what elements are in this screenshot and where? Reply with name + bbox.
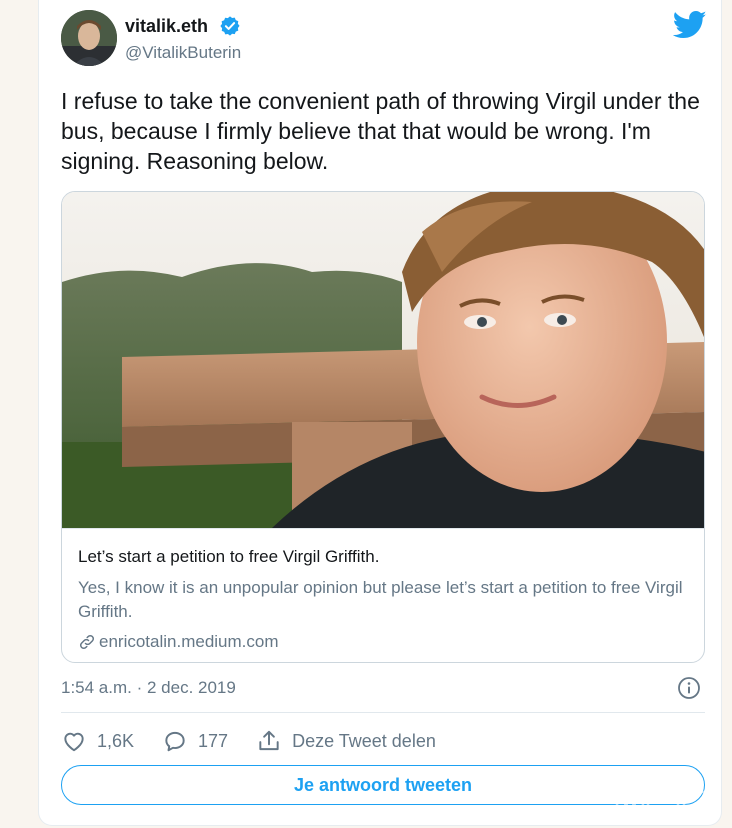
link-card-domain-row: enricotalin.medium.com <box>78 632 688 652</box>
tweet-timestamp[interactable]: 1:54 a.m. · 2 dec. 2019 <box>61 678 236 698</box>
avatar[interactable] <box>61 10 117 66</box>
reply-tweet-button[interactable]: Je antwoord tweeten <box>61 765 705 805</box>
handle[interactable]: @VitalikButerin <box>125 43 241 63</box>
reply-action-button[interactable]: 177 <box>162 728 228 754</box>
like-button[interactable]: 1,6K <box>61 728 134 754</box>
verified-icon <box>220 16 240 36</box>
link-card-domain: enricotalin.medium.com <box>99 632 279 651</box>
info-icon[interactable] <box>677 676 701 700</box>
link-card-body: Let’s start a petition to free Virgil Gr… <box>62 528 704 652</box>
link-card-description: Yes, I know it is an unpopular opinion b… <box>78 578 683 621</box>
display-name[interactable]: vitalik.eth <box>125 16 208 37</box>
share-button[interactable]: Deze Tweet delen <box>256 728 436 754</box>
link-card[interactable]: Let’s start a petition to free Virgil Gr… <box>61 191 705 663</box>
tweet-card: vitalik.eth @VitalikButerin I refuse to … <box>38 0 722 826</box>
link-icon <box>79 634 95 650</box>
tweet-text: I refuse to take the convenient path of … <box>61 88 700 174</box>
tweet-actions: 1,6K 177 Deze Tweet delen <box>61 726 464 756</box>
like-count: 1,6K <box>97 730 135 751</box>
divider <box>61 712 705 713</box>
share-label: Deze Tweet delen <box>292 730 436 751</box>
share-icon <box>259 730 279 751</box>
link-preview-image <box>62 192 704 528</box>
link-card-title: Let’s start a petition to free Virgil Gr… <box>78 547 380 566</box>
reply-icon <box>165 731 185 752</box>
twitter-logo-icon[interactable] <box>673 10 707 40</box>
heart-icon <box>64 732 84 752</box>
watermark-logo <box>615 790 720 819</box>
reply-count: 177 <box>198 730 229 751</box>
